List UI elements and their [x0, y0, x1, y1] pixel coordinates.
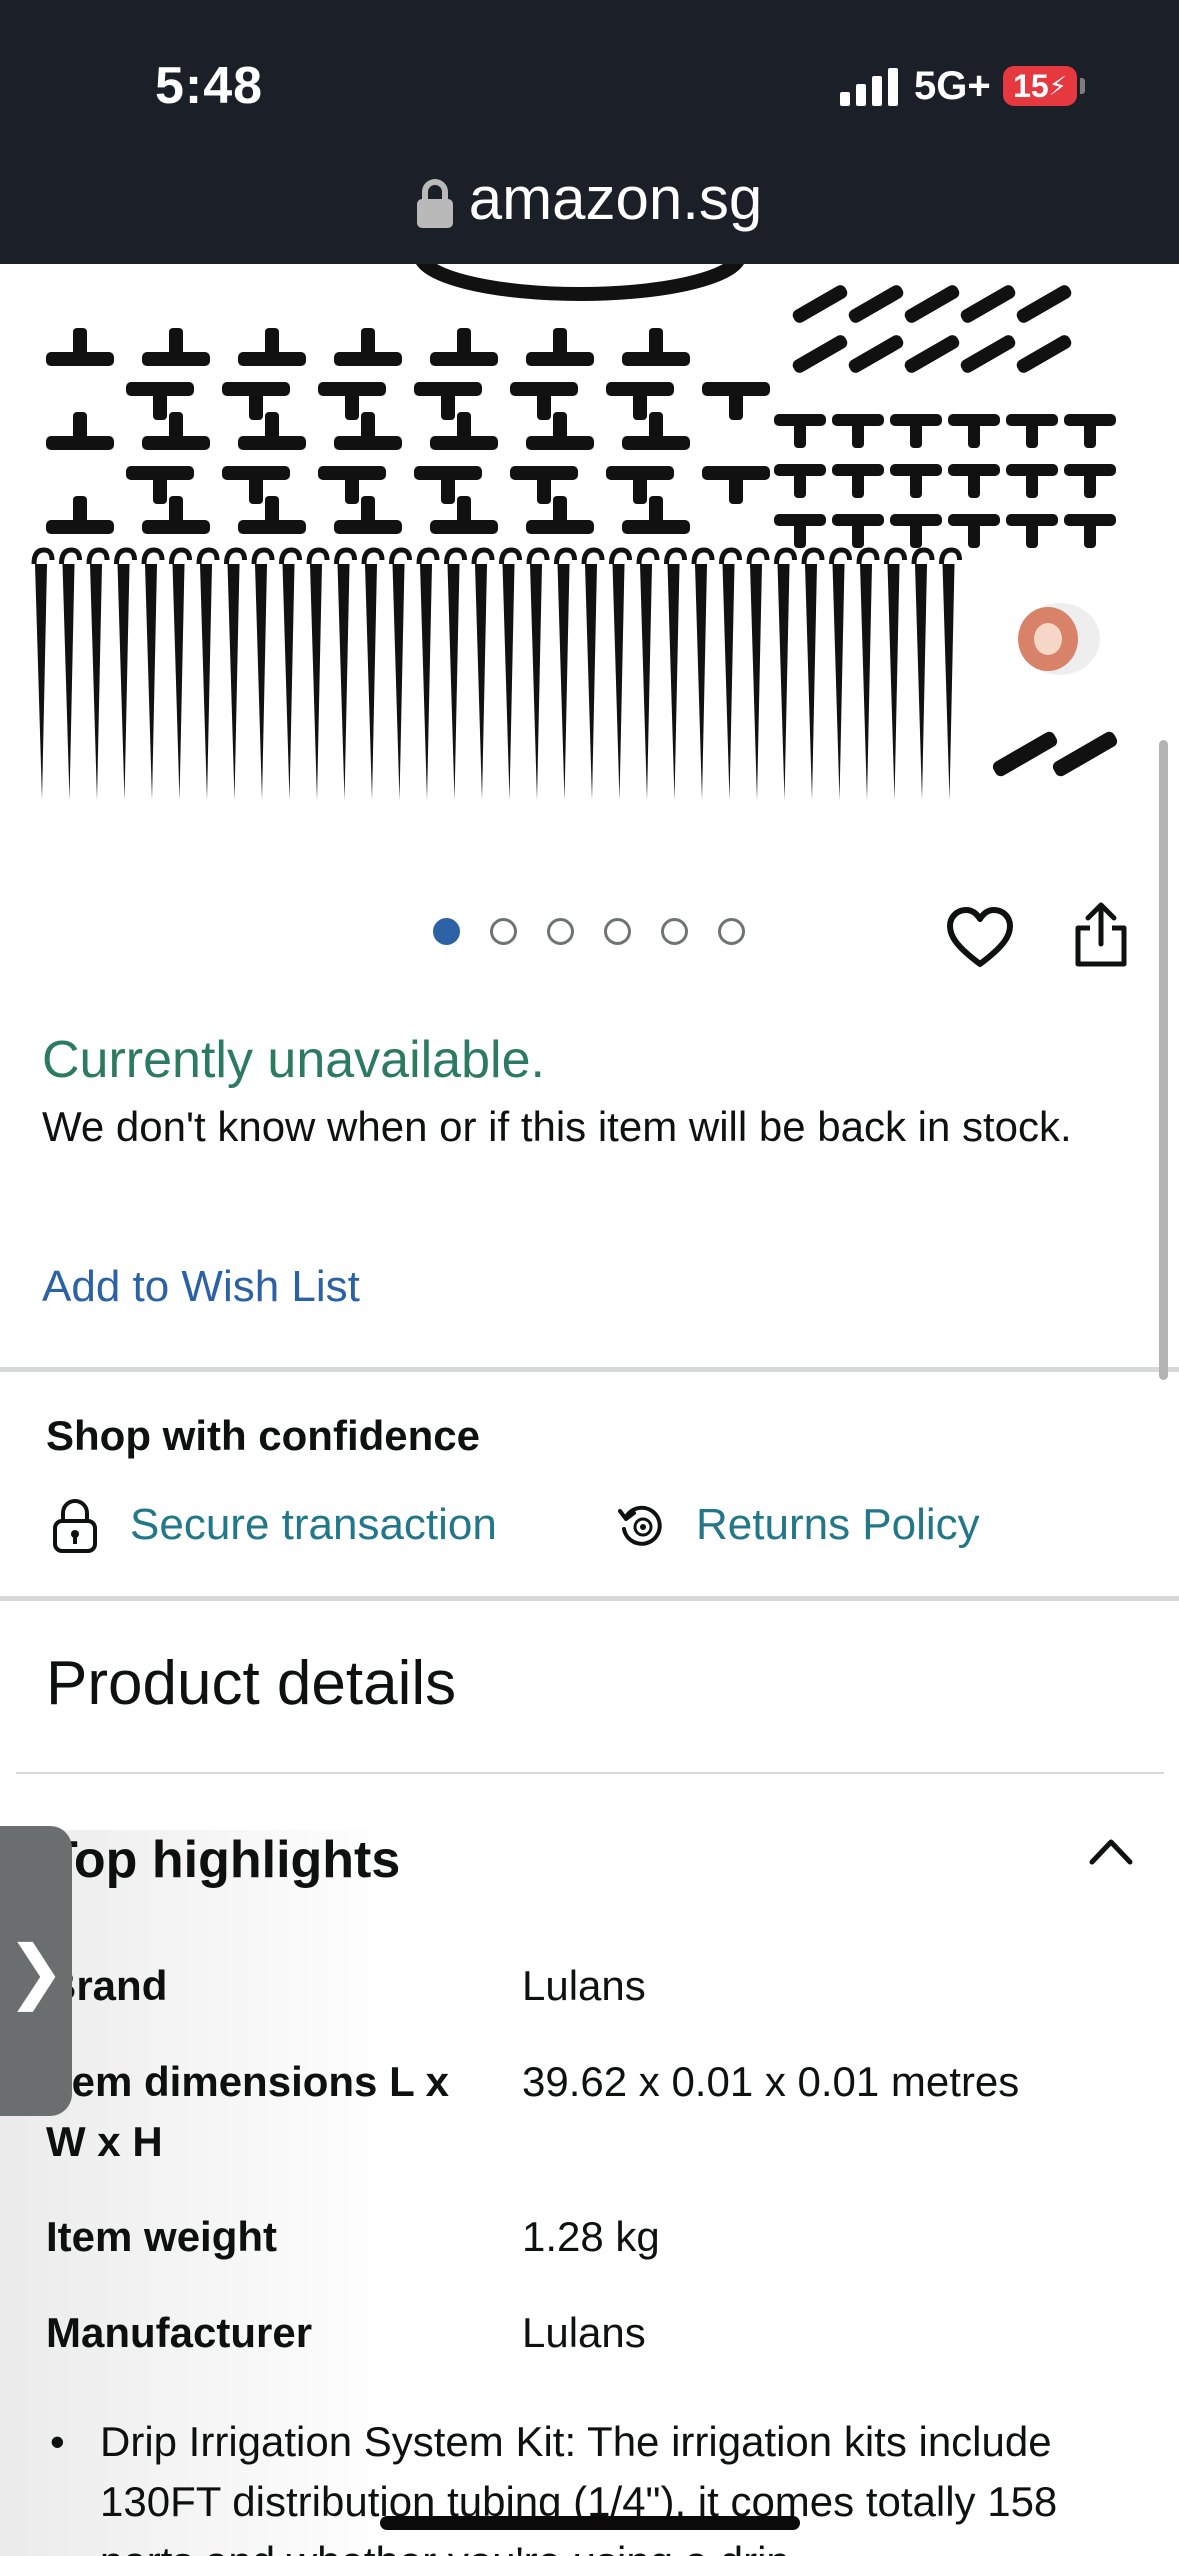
secure-transaction-label: Secure transaction — [130, 1500, 497, 1549]
carousel-dot[interactable] — [490, 918, 517, 945]
carousel-dot[interactable] — [718, 918, 745, 945]
carousel-dot[interactable] — [604, 918, 631, 945]
spec-key: Brand — [46, 1962, 168, 2009]
padlock-icon — [53, 1499, 97, 1553]
url-bar[interactable]: amazon.sg — [0, 164, 1179, 233]
chevron-right-icon: ❯ — [6, 1932, 66, 2010]
network-type: 5G+ — [914, 64, 991, 108]
carousel-dot[interactable] — [547, 918, 574, 945]
add-to-wish-list-link[interactable]: Add to Wish List — [42, 1262, 360, 1312]
signal-icon — [840, 66, 898, 106]
battery-level: 15 — [1013, 67, 1049, 104]
details-divider — [16, 1772, 1164, 1774]
carousel-dot[interactable] — [661, 918, 688, 945]
home-indicator[interactable] — [380, 2516, 800, 2530]
section-divider — [0, 1596, 1179, 1601]
spec-value: 39.62 x 0.01 x 0.01 metres — [522, 2058, 1020, 2105]
feature-bullet: Drip Irrigation System Kit: The irrigati… — [46, 2412, 1156, 2556]
returns-policy-link[interactable]: Returns Policy — [616, 1497, 980, 1553]
returns-policy-label: Returns Policy — [696, 1500, 980, 1549]
availability-message: We don't know when or if this item will … — [42, 1103, 1072, 1150]
spec-value: Lulans — [522, 2309, 646, 2356]
spec-key: Item weight — [46, 2213, 278, 2260]
carousel-dot[interactable] — [433, 918, 460, 945]
status-time: 5:48 — [155, 57, 264, 115]
image-carousel-dots[interactable] — [433, 918, 745, 945]
spec-key: Manufacturer — [46, 2309, 313, 2356]
chevron-up-icon[interactable] — [1088, 1836, 1134, 1866]
spec-key: Item dimensions L x W x H — [46, 2058, 449, 2165]
product-image[interactable] — [0, 264, 1179, 824]
share-icon[interactable] — [1072, 900, 1130, 970]
browser-top-bar: 5:48 5G+ 15 ⚡ amazon.sg — [0, 0, 1179, 264]
heart-icon[interactable] — [946, 906, 1014, 970]
side-drawer-tab[interactable]: ❯ — [0, 1826, 72, 2116]
battery-icon: 15 ⚡ — [1003, 66, 1077, 106]
spec-value: 1.28 kg — [522, 2213, 660, 2260]
availability-status: Currently unavailable. — [42, 1031, 545, 1089]
section-divider — [0, 1367, 1179, 1372]
battery-tip — [1080, 78, 1085, 94]
secure-transaction-link[interactable]: Secure transaction — [50, 1497, 497, 1553]
irrigation-parts-illustration — [31, 264, 1118, 800]
lock-icon — [416, 179, 453, 229]
scrollbar[interactable] — [1159, 740, 1168, 1380]
shop-with-confidence-title: Shop with confidence — [46, 1412, 481, 1459]
returns-icon — [618, 1505, 662, 1546]
top-highlights-toggle[interactable]: Top highlights — [46, 1830, 400, 1890]
url-text: amazon.sg — [468, 165, 763, 232]
spec-value: Lulans — [522, 1962, 646, 2009]
product-details-title: Product details — [46, 1649, 457, 1718]
